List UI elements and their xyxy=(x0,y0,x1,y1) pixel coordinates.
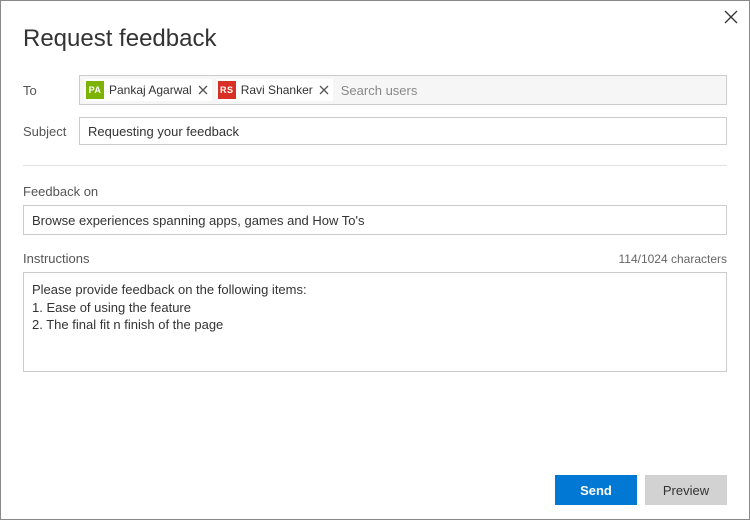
recipient-chip: RS Ravi Shanker xyxy=(216,79,333,101)
to-label: To xyxy=(23,83,79,98)
to-input[interactable]: PA Pankaj Agarwal RS Ravi Shanker xyxy=(79,75,727,105)
close-icon xyxy=(198,85,208,95)
search-users-input[interactable] xyxy=(337,83,722,98)
feedback-on-label: Feedback on xyxy=(23,184,727,199)
close-icon xyxy=(319,85,329,95)
to-field-row: To PA Pankaj Agarwal RS Ravi Shanker xyxy=(23,75,727,105)
character-count: 114/1024 characters xyxy=(618,252,727,266)
close-button[interactable] xyxy=(721,7,741,27)
preview-button[interactable]: Preview xyxy=(645,475,727,505)
divider xyxy=(23,165,727,166)
recipient-name: Pankaj Agarwal xyxy=(109,83,192,97)
feedback-on-input[interactable] xyxy=(23,205,727,235)
avatar: RS xyxy=(218,81,236,99)
recipient-name: Ravi Shanker xyxy=(241,83,313,97)
subject-input[interactable] xyxy=(79,117,727,145)
subject-label: Subject xyxy=(23,124,79,139)
remove-recipient-button[interactable] xyxy=(319,85,329,95)
request-feedback-dialog: Request feedback To PA Pankaj Agarwal RS… xyxy=(0,0,750,520)
recipient-chip: PA Pankaj Agarwal xyxy=(84,79,212,101)
dialog-footer: Send Preview xyxy=(23,461,727,519)
instructions-header: Instructions 114/1024 characters xyxy=(23,251,727,266)
instructions-textarea[interactable] xyxy=(23,272,727,372)
close-icon xyxy=(724,10,738,24)
avatar: PA xyxy=(86,81,104,99)
remove-recipient-button[interactable] xyxy=(198,85,208,95)
instructions-label: Instructions xyxy=(23,251,89,266)
dialog-title: Request feedback xyxy=(23,25,727,53)
send-button[interactable]: Send xyxy=(555,475,637,505)
subject-field-row: Subject xyxy=(23,117,727,145)
